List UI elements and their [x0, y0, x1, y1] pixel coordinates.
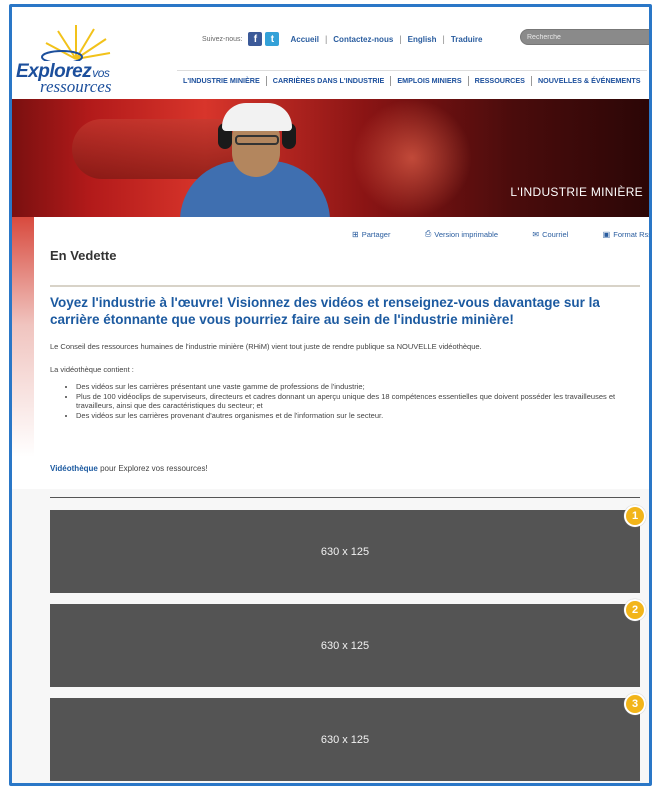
- share-label: Partager: [361, 229, 391, 239]
- link-contactez-nous[interactable]: Contactez-nous: [333, 35, 393, 44]
- search-go-icon[interactable]: ›: [649, 31, 652, 43]
- promo-slot-1[interactable]: 630 x 125: [50, 510, 640, 593]
- link-traduire[interactable]: Traduire: [451, 35, 483, 44]
- slot-badge-3: 3: [624, 693, 646, 715]
- promo-slot-2[interactable]: 630 x 125: [50, 604, 640, 687]
- separator: |: [399, 34, 402, 44]
- follow-label: Suivez-nous:: [202, 35, 243, 43]
- link-accueil[interactable]: Accueil: [290, 35, 318, 44]
- main-nav: L'INDUSTRIE MINIÈRE CARRIÈRES DANS L'IND…: [177, 70, 647, 89]
- search-input[interactable]: [527, 31, 637, 43]
- list-item: Des vidéos sur les carrières présentant …: [76, 382, 646, 392]
- share-icon: ⊞: [352, 229, 359, 239]
- video-library-link[interactable]: Vidéothèque: [50, 464, 98, 473]
- separator: |: [442, 34, 445, 44]
- divider: [50, 285, 640, 287]
- slot-badge-2: 2: [624, 599, 646, 621]
- site-logo[interactable]: Explorezvos ressources: [16, 21, 176, 101]
- promo-slot-3[interactable]: 630 x 125: [50, 698, 640, 781]
- twitter-icon[interactable]: t: [265, 32, 280, 46]
- separator: |: [324, 34, 328, 44]
- video-library-suffix: pour Explorez vos ressources!: [97, 464, 208, 473]
- divider: [50, 497, 640, 498]
- link-english[interactable]: English: [408, 35, 437, 44]
- article-paragraph: Le Conseil des ressources humaines de l'…: [50, 342, 482, 351]
- banner-title: L'INDUSTRIE MINIÈRE: [510, 185, 643, 199]
- section-title: En Vedette: [50, 248, 117, 263]
- print-icon: ⎙: [424, 229, 432, 238]
- sunburst-icon: [41, 25, 111, 61]
- rss-link[interactable]: ▣ Format Rss: [602, 229, 652, 239]
- top-utility-bar: Suivez-nous: f t Accueil | Contactez-nou…: [202, 31, 482, 47]
- hero-banner: L'INDUSTRIE MINIÈRE: [12, 99, 649, 217]
- nav-item-industrie-miniere[interactable]: L'INDUSTRIE MINIÈRE: [177, 76, 267, 86]
- logo-word-ressources: ressources: [40, 77, 112, 96]
- nav-item-nouvelles-evenements[interactable]: NOUVELLES & ÉVÉNEMENTS: [532, 76, 647, 86]
- page-frame: Explorezvos ressources Suivez-nous: f t …: [9, 4, 652, 786]
- rss-label: Format Rss: [613, 229, 652, 239]
- list-item: Des vidéos sur les carrières provenant d…: [76, 411, 646, 421]
- article-headline: Voyez l'industrie à l'œuvre! Visionnez d…: [50, 295, 600, 327]
- search-box: ›: [520, 29, 652, 45]
- list-item: Plus de 100 vidéoclips de superviseurs, …: [76, 392, 646, 411]
- slot-badge-1: 1: [624, 505, 646, 527]
- site-header: Explorezvos ressources Suivez-nous: f t …: [12, 7, 652, 101]
- email-label: Courriel: [542, 229, 569, 239]
- page-tools: ⊞ Partager ⎙ Version imprimable ✉ Courriel …: [352, 229, 652, 239]
- nav-item-carrieres[interactable]: CARRIÈRES DANS L'INDUSTRIE: [267, 76, 392, 86]
- email-icon: ✉: [532, 229, 540, 239]
- side-decoration: [12, 217, 34, 457]
- feature-list: Des vidéos sur les carrières présentant …: [64, 382, 646, 420]
- print-label: Version imprimable: [434, 229, 499, 239]
- email-link[interactable]: ✉ Courriel: [532, 229, 568, 239]
- print-link[interactable]: ⎙ Version imprimable: [425, 229, 498, 239]
- nav-item-emplois-miniers[interactable]: EMPLOIS MINIERS: [391, 76, 469, 86]
- share-link[interactable]: ⊞ Partager: [352, 229, 390, 239]
- banner-glow: [352, 99, 472, 217]
- video-library-line: Vidéothèque pour Explorez vos ressources…: [50, 464, 208, 473]
- nav-item-ressources[interactable]: RESSOURCES: [469, 76, 532, 86]
- rss-icon: ▣: [602, 229, 611, 239]
- miner-photo: [180, 99, 330, 217]
- facebook-icon[interactable]: f: [248, 32, 263, 46]
- article-paragraph: La vidéothèque contient :: [50, 365, 134, 374]
